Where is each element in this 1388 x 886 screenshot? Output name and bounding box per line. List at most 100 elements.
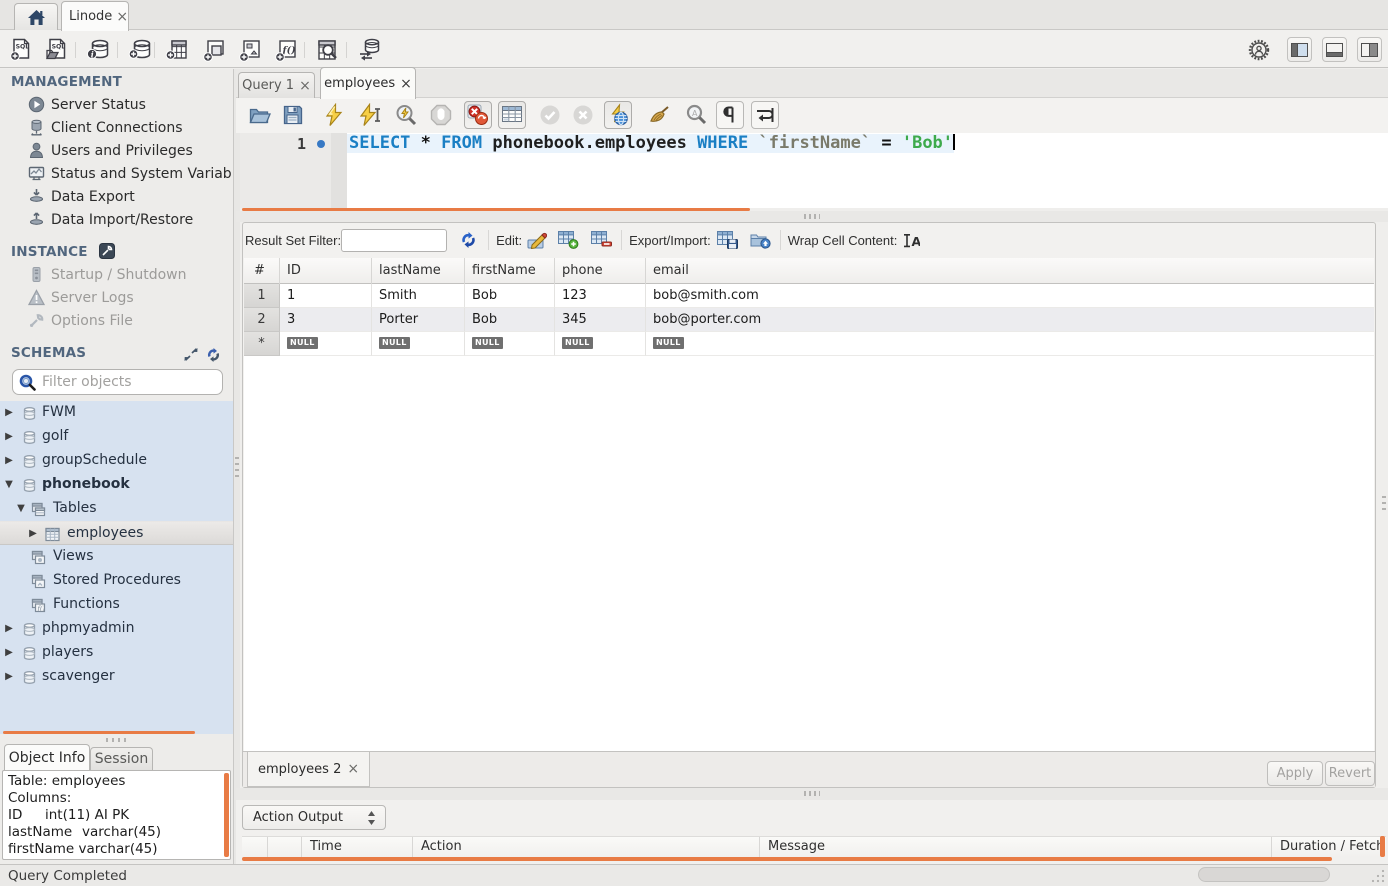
- editor-results-splitter[interactable]: [236, 211, 1388, 222]
- tab-object-info[interactable]: Object Info: [4, 744, 90, 770]
- rollback-icon[interactable]: [571, 103, 595, 127]
- expand-arrow-icon[interactable]: ▶: [4, 671, 14, 682]
- column-header-email[interactable]: email: [646, 258, 1374, 284]
- tree-item-golf[interactable]: ▶ golf: [0, 425, 233, 449]
- insert-row-icon[interactable]: [557, 230, 579, 250]
- bottom-hscrollbar-thumb[interactable]: [1198, 867, 1330, 882]
- tab-employees-close-icon[interactable]: ×: [400, 77, 412, 91]
- tree-item-employees[interactable]: ▶ employees: [0, 521, 233, 545]
- grid-cell[interactable]: Smith: [372, 284, 465, 308]
- expand-arrow-icon[interactable]: ▶: [4, 407, 14, 418]
- schema-tree-hscrollbar[interactable]: [3, 731, 195, 734]
- tree-item-groupschedule[interactable]: ▶ groupSchedule: [0, 449, 233, 473]
- expand-schemas-icon[interactable]: [184, 348, 198, 362]
- grid-cell[interactable]: Bob: [465, 308, 555, 332]
- execute-icon[interactable]: [322, 103, 346, 127]
- toggle-left-sidebar-button[interactable]: [1287, 37, 1312, 62]
- wrap-cell-content-icon[interactable]: A: [900, 230, 922, 250]
- tree-item-phpmyadmin[interactable]: ▶ phpmyadmin: [0, 617, 233, 641]
- expand-arrow-icon[interactable]: ▶: [4, 455, 14, 466]
- output-col-action[interactable]: Action: [413, 837, 760, 858]
- grid-cell[interactable]: Bob: [465, 284, 555, 308]
- new-sql-tab-icon[interactable]: SQL: [8, 37, 34, 63]
- grid-cell[interactable]: 345: [555, 308, 646, 332]
- sidebar-item-options-file[interactable]: Options File: [0, 309, 233, 332]
- sidebar-item-data-export[interactable]: Data Export: [0, 185, 233, 208]
- column-header-ID[interactable]: ID: [280, 258, 372, 284]
- home-tab[interactable]: [14, 3, 58, 31]
- tree-item-functions[interactable]: f() Functions: [0, 593, 233, 617]
- result-set-tab-close-icon[interactable]: ×: [347, 762, 359, 776]
- execute-current-icon[interactable]: [358, 103, 382, 127]
- sidebar-splitter[interactable]: [233, 69, 240, 864]
- refresh-results-icon[interactable]: [457, 230, 479, 250]
- find-icon[interactable]: A: [684, 103, 708, 127]
- grid-cell[interactable]: bob@smith.com: [646, 284, 1374, 308]
- create-function-icon[interactable]: f(): [273, 37, 299, 63]
- tab-query-1-close-icon[interactable]: ×: [299, 79, 311, 93]
- grid-cell[interactable]: NULL: [555, 332, 646, 356]
- stop-on-error-icon[interactable]: [464, 101, 492, 129]
- instance-config-icon[interactable]: [99, 243, 115, 259]
- object-info-vscrollbar[interactable]: [224, 773, 229, 857]
- expand-arrow-icon[interactable]: ▶: [4, 431, 14, 442]
- toggle-output-area-button[interactable]: [1322, 37, 1347, 62]
- column-header-firstName[interactable]: firstName: [465, 258, 555, 284]
- tree-item-tables[interactable]: ▼ Tables: [0, 497, 233, 521]
- output-col-time[interactable]: Time: [302, 837, 413, 858]
- expand-arrow-icon[interactable]: ▶: [4, 623, 14, 634]
- sidebar-item-startup-shutdown[interactable]: Startup / Shutdown: [0, 263, 233, 286]
- edit-record-icon[interactable]: [526, 230, 548, 250]
- collapse-arrow-icon[interactable]: ▼: [4, 479, 14, 490]
- create-procedure-icon[interactable]: [237, 37, 263, 63]
- results-output-splitter[interactable]: [236, 788, 1388, 800]
- refresh-schemas-icon[interactable]: [206, 348, 221, 362]
- column-header-phone[interactable]: phone: [555, 258, 646, 284]
- beautify-icon[interactable]: [648, 103, 672, 127]
- explain-icon[interactable]: [394, 103, 418, 127]
- open-sql-script-icon[interactable]: SQL: [44, 37, 70, 63]
- tab-employees[interactable]: employees ×: [320, 67, 416, 99]
- expand-arrow-icon[interactable]: ▶: [28, 528, 38, 539]
- right-sidebar-splitter[interactable]: [1382, 496, 1386, 514]
- column-header-lastName[interactable]: lastName: [372, 258, 465, 284]
- search-data-icon[interactable]: [314, 37, 340, 63]
- autocommit-icon[interactable]: [604, 101, 632, 129]
- tab-session[interactable]: Session: [90, 747, 153, 770]
- export-results-icon[interactable]: [717, 230, 739, 250]
- sidebar-item-server-logs[interactable]: Server Logs: [0, 286, 233, 309]
- output-col-duration-fetch[interactable]: Duration / Fetch: [1272, 837, 1386, 858]
- connection-tab-close-icon[interactable]: ×: [116, 10, 128, 24]
- open-script-icon[interactable]: [248, 103, 272, 127]
- revert-button[interactable]: Revert: [1325, 761, 1375, 786]
- action-output-hscrollbar[interactable]: [242, 857, 1332, 861]
- result-filter-input[interactable]: [341, 229, 447, 252]
- grid-cell[interactable]: NULL: [280, 332, 372, 356]
- tree-item-scavenger[interactable]: ▶ scavenger: [0, 665, 233, 689]
- sql-editor[interactable]: 1 SELECT * FROM phonebook.employees WHER…: [240, 133, 1388, 208]
- sidebar-item-data-import[interactable]: Data Import/Restore: [0, 208, 233, 231]
- row-number[interactable]: *: [244, 332, 280, 356]
- invisible-chars-icon[interactable]: [716, 101, 744, 129]
- grid-cell[interactable]: 1: [280, 284, 372, 308]
- action-output-vscrollbar[interactable]: [1380, 836, 1385, 857]
- schema-filter-input[interactable]: Filter objects: [12, 369, 223, 395]
- sidebar-item-users-privileges[interactable]: Users and Privileges: [0, 139, 233, 162]
- create-schema-icon[interactable]: [127, 37, 153, 63]
- import-records-icon[interactable]: [750, 230, 772, 250]
- sidebar-item-status-variables[interactable]: Status and System Variables: [0, 162, 233, 185]
- sidebar-item-server-status[interactable]: Server Status: [0, 93, 233, 116]
- toggle-right-sidebar-button[interactable]: [1357, 37, 1382, 62]
- limit-rows-icon[interactable]: [498, 101, 526, 129]
- result-set-tab[interactable]: employees 2 ×: [247, 752, 370, 787]
- tree-item-phonebook[interactable]: ▼ phonebook: [0, 473, 233, 497]
- commit-icon[interactable]: [538, 103, 562, 127]
- connection-tab[interactable]: Linode ×: [61, 1, 129, 31]
- stop-icon[interactable]: [429, 103, 453, 127]
- grid-cell[interactable]: Porter: [372, 308, 465, 332]
- expand-arrow-icon[interactable]: ▶: [4, 647, 14, 658]
- output-view-select[interactable]: Action Output: [242, 805, 386, 830]
- grid-cell[interactable]: NULL: [465, 332, 555, 356]
- grid-cell[interactable]: 123: [555, 284, 646, 308]
- column-header-rownum[interactable]: #: [244, 258, 280, 284]
